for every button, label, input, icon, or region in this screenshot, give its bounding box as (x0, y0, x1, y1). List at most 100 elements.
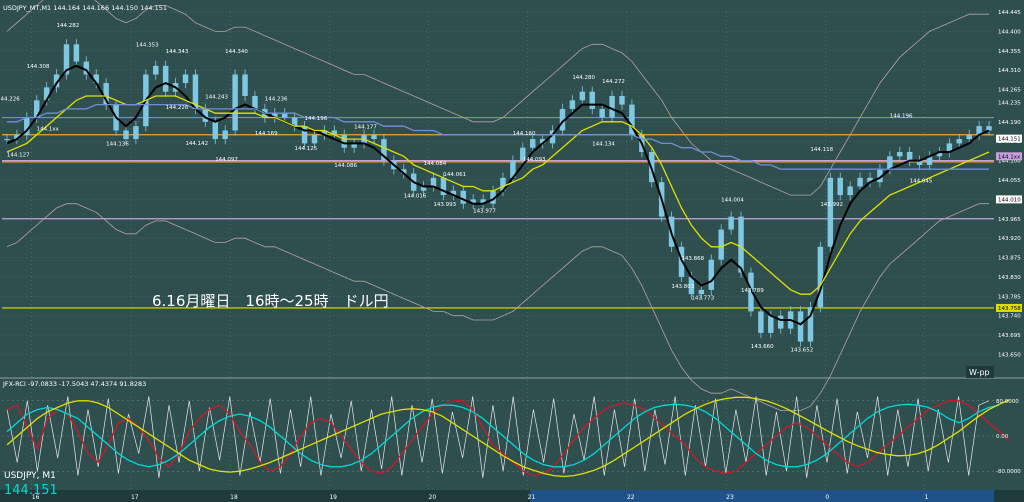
price-annotation: 144.004 (721, 198, 744, 204)
price-annotation: 144.169 (255, 131, 278, 137)
price-annotation: 144.093 (523, 157, 546, 163)
candle-body (768, 315, 774, 333)
current-price: 144.151 (4, 483, 58, 498)
candle-body (182, 74, 189, 84)
time-tick-label: 20 (429, 494, 437, 501)
candle-body (123, 130, 129, 140)
candle-body (579, 91, 586, 101)
price-annotation: 144.353 (136, 43, 159, 49)
time-tick-label: 21 (528, 494, 536, 501)
price-annotation: 143.868 (681, 256, 704, 262)
time-tick-label: 23 (726, 494, 734, 501)
candle-body (460, 190, 467, 204)
price-annotation: 144.340 (225, 49, 248, 55)
candle-body (430, 177, 437, 187)
candle-body (837, 177, 843, 196)
candle-body (986, 126, 992, 131)
candle-body (281, 113, 288, 118)
price-annotation: 143.660 (751, 344, 774, 350)
price-annotation: 143.789 (741, 288, 764, 294)
price-annotation: 144.097 (215, 157, 238, 163)
time-tick-label: 0 (825, 494, 829, 501)
price-annotation: 144.226 (0, 96, 20, 102)
candle-body (728, 216, 734, 230)
price-annotation: 144.136 (106, 142, 129, 148)
price-annotation: 144.226 (166, 105, 189, 111)
price-annotation: 143.977 (473, 208, 496, 214)
chart-title: USDJPY_MT,M1 144.164 144.166 144.150 144… (3, 4, 167, 12)
candle-body (708, 259, 715, 290)
price-annotation: 144.282 (56, 23, 79, 29)
price-annotation: 143.993 (433, 202, 456, 208)
candle-body (153, 65, 159, 75)
price-annotation: 144.160 (513, 131, 536, 137)
time-tick-label: 18 (230, 494, 238, 501)
candle-body (311, 134, 318, 144)
time-tick-label: 17 (131, 494, 139, 501)
price-annotation: 144.127 (7, 152, 30, 158)
price-annotation: 144.086 (334, 163, 357, 169)
price-annotation: 144.236 (265, 96, 288, 102)
candle-body (599, 108, 605, 118)
price-annotation: 144.196 (890, 113, 913, 119)
price-annotation: 144.308 (27, 64, 50, 70)
price-annotation: 143.803 (672, 284, 695, 290)
price-annotation: 144.177 (354, 124, 377, 130)
time-tick-label: 22 (627, 494, 635, 501)
candle-body (589, 91, 595, 109)
price-annotation: 143.773 (691, 295, 714, 301)
price-annotation: 143.992 (820, 202, 843, 208)
candle-body (529, 139, 536, 148)
chart-canvas[interactable]: 144.282 144.308 144.226 144.127 144.1xx 144.3… (0, 0, 1024, 502)
candle-body (817, 246, 824, 308)
candle-body (341, 134, 347, 148)
price-annotation: 144.118 (810, 147, 833, 153)
price-annotation: 144.016 (404, 193, 427, 199)
candle-body (956, 139, 963, 144)
candle-body (133, 126, 139, 140)
price-annotation: 144.061 (443, 172, 466, 178)
price-annotation: 144.084 (424, 161, 447, 167)
mt4-chart-window[interactable]: 144.282 144.308 144.226 144.127 144.1xx 144.3… (0, 0, 1024, 502)
candle-body (4, 139, 10, 141)
candle-body (827, 177, 834, 247)
candle-body (797, 311, 804, 342)
symbol-label: USDJPY, M1 (4, 471, 56, 481)
candle-body (897, 152, 903, 157)
price-annotation: 144.142 (185, 141, 208, 147)
price-annotation: 144.134 (592, 142, 615, 148)
price-annotation: 144.045 (910, 178, 933, 184)
candle-body (738, 216, 744, 273)
candle-body (162, 65, 169, 92)
candle-body (73, 44, 80, 62)
price-annotation: 144.125 (295, 146, 318, 152)
candle-body (966, 134, 972, 140)
chart-background (0, 0, 1024, 502)
candle-body (718, 229, 724, 260)
candle-body (847, 186, 853, 196)
candle-body (698, 289, 705, 295)
candle-body (371, 134, 377, 140)
candle-body (232, 74, 238, 131)
candle-body (212, 121, 219, 140)
candle-body (906, 152, 913, 161)
candle-body (569, 100, 576, 109)
candle-body (609, 96, 615, 118)
candle-body (619, 96, 625, 105)
time-tick-label: 19 (329, 494, 337, 501)
time-tick-label: 1 (925, 494, 929, 501)
price-annotation: 144.1xx (37, 127, 60, 133)
price-annotation: 144.280 (572, 75, 595, 81)
candle-body (777, 315, 784, 329)
time-axis: 16 17 18 19 20 21 22 23 0 1 (0, 490, 1024, 502)
session-overlay-text: 6.16月曜日 16時～25時 ドル円 (152, 292, 389, 310)
candle-body (758, 311, 764, 333)
price-annotation: 144.243 (205, 94, 228, 100)
price-annotation: 144.196 (304, 116, 327, 122)
price-annotation: 143.652 (791, 348, 814, 354)
candle-body (222, 130, 228, 140)
candle-body (242, 74, 248, 96)
price-annotation: 144.272 (602, 79, 625, 85)
wpp-label: W-pp (969, 368, 990, 377)
candle-body (857, 177, 863, 187)
